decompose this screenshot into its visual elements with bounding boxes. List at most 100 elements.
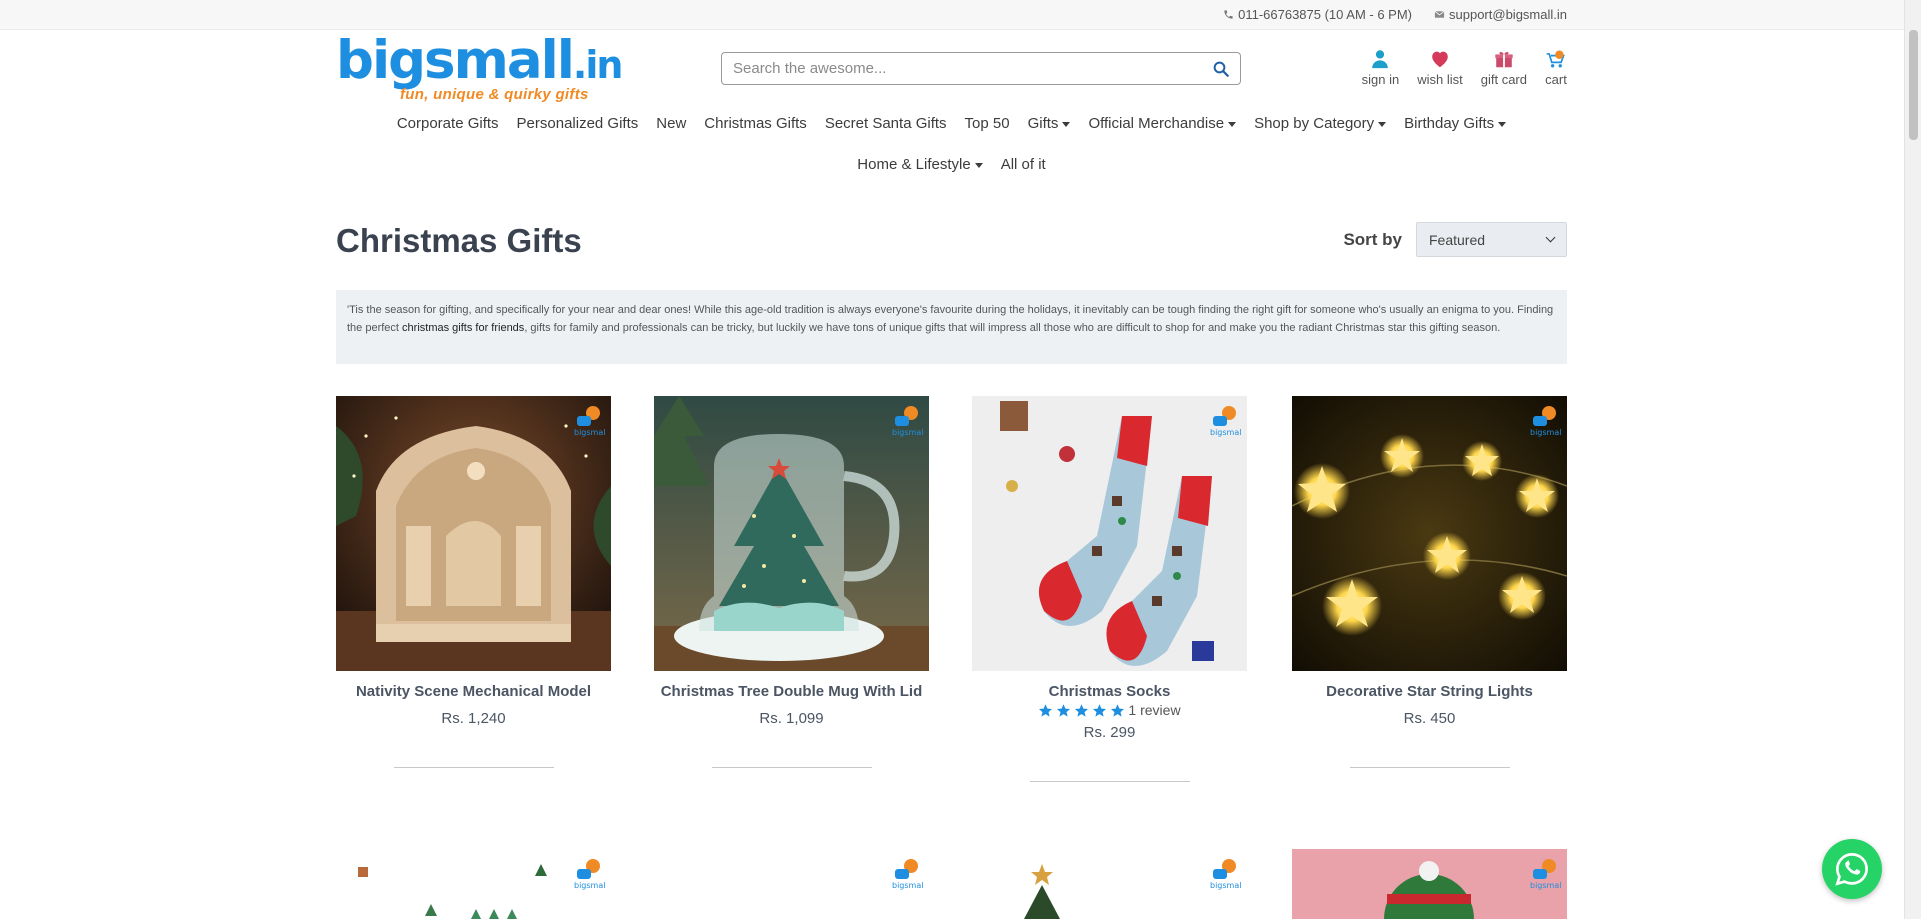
star-string-lights-image xyxy=(1292,396,1567,671)
star-icon xyxy=(1075,703,1089,717)
gift-card-link[interactable]: gift card xyxy=(1481,48,1527,87)
nav-christmas-gifts[interactable]: Christmas Gifts xyxy=(704,112,807,136)
star-icon xyxy=(1039,703,1053,717)
scrollbar-thumb[interactable] xyxy=(1909,30,1918,140)
product-image[interactable]: bigsmall xyxy=(972,396,1247,671)
envelope-icon xyxy=(1434,10,1445,18)
product-thumbnail xyxy=(1292,849,1567,919)
star-icon xyxy=(1111,703,1125,717)
email-text: support@bigsmall.in xyxy=(1449,7,1567,22)
product-card: bigsmall Christmas Socks 1 review Rs. 29… xyxy=(972,396,1247,782)
svg-text:bigsmall: bigsmall xyxy=(574,881,605,890)
product-thumbnail xyxy=(654,849,929,919)
product-image[interactable]: bigsmall xyxy=(336,849,611,919)
nav-gifts[interactable]: Gifts xyxy=(1028,112,1071,136)
phone-text: 011-66763875 (10 AM - 6 PM) xyxy=(1238,7,1413,22)
search-bar xyxy=(721,52,1241,85)
main-navigation: Corporate Gifts Personalized Gifts New C… xyxy=(336,112,1567,194)
sort-select[interactable]: Featured xyxy=(1416,222,1567,257)
product-image[interactable]: bigsmall xyxy=(336,396,611,671)
nativity-model-image xyxy=(336,396,611,671)
product-card: bigsmall Nativity Scene Mechanical Model… xyxy=(336,396,611,768)
svg-text:bigsmall: bigsmall xyxy=(1530,428,1561,437)
page-scrollbar[interactable] xyxy=(1904,0,1921,919)
product-name[interactable]: Christmas Tree Double Mug With Lid xyxy=(654,683,929,700)
divider xyxy=(1029,781,1190,782)
caret-down-icon xyxy=(1228,121,1237,127)
nav-all-of-it[interactable]: All of it xyxy=(1001,153,1046,177)
product-image[interactable]: bigsmall xyxy=(654,396,929,671)
nav-new[interactable]: New xyxy=(656,112,686,136)
cart-label: cart xyxy=(1545,72,1567,87)
phone-contact[interactable]: 011-66763875 (10 AM - 6 PM) xyxy=(1223,7,1412,22)
nav-top-50[interactable]: Top 50 xyxy=(965,112,1010,136)
wish-list-label: wish list xyxy=(1417,72,1463,87)
product-price: Rs. 299 xyxy=(1083,724,1136,741)
product-rating[interactable]: 1 review xyxy=(972,702,1247,718)
nav-birthday-gifts[interactable]: Birthday Gifts xyxy=(1404,112,1507,136)
svg-text:bigsmall: bigsmall xyxy=(1530,881,1561,890)
cart-link[interactable]: cart xyxy=(1545,48,1567,87)
product-price: Rs. 450 xyxy=(1403,710,1456,727)
heart-icon xyxy=(1432,51,1448,68)
bigsmall-watermark-icon: bigsmall xyxy=(1530,859,1561,890)
nav-official-merchandise[interactable]: Official Merchandise xyxy=(1088,112,1237,136)
sign-in-link[interactable]: sign in xyxy=(1362,48,1399,87)
svg-text:bigsmall: bigsmall xyxy=(574,428,605,437)
site-logo[interactable]: bigsmall.in fun, unique & quirky gifts xyxy=(336,30,623,104)
product-card: bigsmall Christmas Tree Double Mug With … xyxy=(654,396,929,768)
product-grid-row-2: bigsmall bigsmall bigsmall bigsmall xyxy=(336,849,1567,919)
christmas-mug-image xyxy=(654,396,929,671)
nav-personalized-gifts[interactable]: Personalized Gifts xyxy=(517,112,639,136)
bigsmall-watermark-icon: bigsmall xyxy=(574,859,605,890)
email-contact[interactable]: support@bigsmall.in xyxy=(1434,7,1567,22)
product-image[interactable]: bigsmall xyxy=(1292,396,1567,671)
user-icon xyxy=(1372,50,1389,69)
star-icon xyxy=(1057,703,1071,717)
nav-shop-by-category[interactable]: Shop by Category xyxy=(1254,112,1387,136)
header-actions: sign in wish list gift card cart xyxy=(1362,48,1567,87)
christmas-gifts-for-friends-link[interactable]: christmas gifts for friends xyxy=(402,322,524,334)
bigsmall-watermark-icon: bigsmall xyxy=(574,406,605,437)
nav-row-1: Corporate Gifts Personalized Gifts New C… xyxy=(336,112,1567,136)
svg-text:bigsmall: bigsmall xyxy=(1210,428,1241,437)
nav-row-2: Home & Lifestyle All of it xyxy=(336,153,1567,177)
intro-text-part2: , gifts for family and professionals can… xyxy=(524,322,1501,334)
site-header: bigsmall.in fun, unique & quirky gifts s… xyxy=(336,30,1567,104)
caret-down-icon xyxy=(974,162,983,168)
product-image[interactable]: bigsmall xyxy=(1292,849,1567,919)
product-price: Rs. 1,240 xyxy=(441,710,506,727)
star-icon xyxy=(1093,703,1107,717)
product-name[interactable]: Christmas Socks xyxy=(972,683,1247,700)
chevron-down-icon xyxy=(1545,232,1556,243)
phone-icon xyxy=(1224,10,1233,19)
whatsapp-icon xyxy=(1835,853,1868,886)
caret-down-icon xyxy=(1378,121,1387,127)
wish-list-link[interactable]: wish list xyxy=(1417,48,1463,87)
product-image[interactable]: bigsmall xyxy=(654,849,929,919)
product-image[interactable]: bigsmall xyxy=(972,849,1247,919)
bigsmall-watermark-icon: bigsmall xyxy=(1530,406,1561,437)
svg-text:bigsmall: bigsmall xyxy=(892,881,923,890)
bigsmall-watermark-icon: bigsmall xyxy=(1210,859,1241,890)
sort-control: Sort by Featured xyxy=(1343,222,1567,257)
gift-card-label: gift card xyxy=(1480,72,1527,87)
product-thumbnail xyxy=(336,849,611,919)
nav-home-lifestyle[interactable]: Home & Lifestyle xyxy=(857,153,983,177)
search-input[interactable] xyxy=(733,60,1202,77)
product-name[interactable]: Nativity Scene Mechanical Model xyxy=(336,683,611,700)
search-icon xyxy=(1213,61,1229,77)
whatsapp-chat-button[interactable] xyxy=(1822,839,1882,899)
caret-down-icon xyxy=(1498,121,1507,127)
nav-corporate-gifts[interactable]: Corporate Gifts xyxy=(397,112,499,136)
sort-selected-value: Featured xyxy=(1429,231,1486,248)
gift-icon xyxy=(1495,51,1513,68)
product-name[interactable]: Decorative Star String Lights xyxy=(1292,683,1567,700)
review-count: 1 review xyxy=(1128,702,1181,718)
nav-secret-santa-gifts[interactable]: Secret Santa Gifts xyxy=(825,112,947,136)
search-button[interactable] xyxy=(1202,53,1240,84)
bigsmall-watermark-icon: bigsmall xyxy=(1210,406,1241,437)
product-thumbnail xyxy=(972,849,1247,919)
logo-wordmark: bigsmall.in xyxy=(336,30,623,91)
cart-icon xyxy=(1546,50,1565,68)
